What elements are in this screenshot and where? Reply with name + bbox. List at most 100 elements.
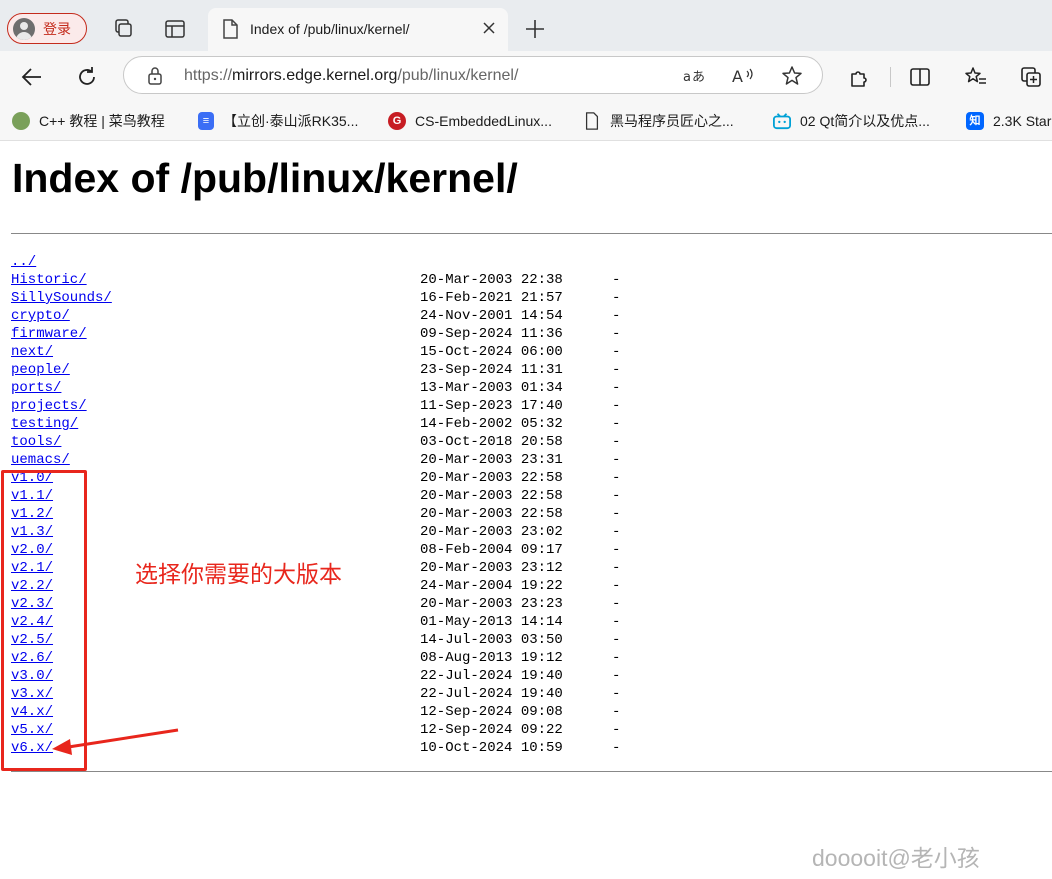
modified-date: 20-Mar-2003 22:58 xyxy=(420,488,563,504)
favorite-item[interactable]: ≡ 【立创·泰山派RK35... xyxy=(198,110,358,132)
tab-actions-icon[interactable] xyxy=(163,17,187,41)
collections-icon[interactable] xyxy=(1019,65,1043,89)
directory-link[interactable]: tools/ xyxy=(11,433,61,451)
bilibili-icon xyxy=(773,113,791,130)
page-icon xyxy=(585,112,599,130)
modified-date: 22-Jul-2024 19:40 xyxy=(420,668,563,684)
modified-date: 22-Jul-2024 19:40 xyxy=(420,686,563,702)
favorite-item[interactable]: C++ 教程 | 菜鸟教程 xyxy=(12,110,165,132)
modified-date: 14-Feb-2002 05:32 xyxy=(420,416,563,432)
file-size: - xyxy=(612,560,621,576)
read-aloud-icon[interactable]: A xyxy=(730,65,756,87)
file-size: - xyxy=(612,596,621,612)
directory-link[interactable]: uemacs/ xyxy=(11,451,70,469)
tab-active[interactable]: Index of /pub/linux/kernel/ xyxy=(208,8,508,51)
split-screen-icon[interactable] xyxy=(908,65,932,89)
workspaces-icon[interactable] xyxy=(111,17,135,41)
doc-icon: ≡ xyxy=(198,112,214,130)
favorites-list-icon[interactable] xyxy=(964,65,988,89)
modified-date: 13-Mar-2003 01:34 xyxy=(420,380,563,396)
profile-button[interactable]: 登录 xyxy=(7,13,87,44)
toolbar-divider xyxy=(890,67,891,87)
favorite-label: 02 Qt简介以及优点... xyxy=(800,113,930,129)
close-icon[interactable] xyxy=(480,19,498,37)
file-size: - xyxy=(612,452,621,468)
modified-date: 24-Mar-2004 19:22 xyxy=(420,578,563,594)
translate-icon[interactable]: a あ xyxy=(682,65,706,87)
modified-date: 03-Oct-2018 20:58 xyxy=(420,434,563,450)
tab-strip: 登录 Index of /pub/linux/kernel/ xyxy=(0,0,1052,51)
directory-link[interactable]: crypto/ xyxy=(11,307,70,325)
modified-date: 08-Aug-2013 19:12 xyxy=(420,650,563,666)
page-content: Index of /pub/linux/kernel/ ../Historic/… xyxy=(0,141,1052,879)
favorite-item[interactable]: 02 Qt简介以及优点... xyxy=(773,110,930,132)
modified-date: 16-Feb-2021 21:57 xyxy=(420,290,563,306)
modified-date: 01-May-2013 14:14 xyxy=(420,614,563,630)
directory-link[interactable]: projects/ xyxy=(11,397,87,415)
svg-text:A: A xyxy=(732,67,743,86)
directory-link[interactable]: people/ xyxy=(11,361,70,379)
favorite-star-icon[interactable] xyxy=(781,65,803,87)
file-size: - xyxy=(612,380,621,396)
file-size: - xyxy=(612,488,621,504)
modified-date: 10-Oct-2024 10:59 xyxy=(420,740,563,756)
modified-date: 15-Oct-2024 06:00 xyxy=(420,344,563,360)
annotation-highlight-box xyxy=(1,470,87,771)
zhihu-icon: 知 xyxy=(966,112,984,130)
favorites-bar: C++ 教程 | 菜鸟教程 ≡ 【立创·泰山派RK35... G CS-Embe… xyxy=(0,101,1052,141)
extensions-icon[interactable] xyxy=(848,65,872,89)
file-size: - xyxy=(612,632,621,648)
favorite-item[interactable]: G CS-EmbeddedLinux... xyxy=(388,110,552,132)
file-size: - xyxy=(612,272,621,288)
svg-text:a: a xyxy=(683,70,691,85)
tab-title: Index of /pub/linux/kernel/ xyxy=(250,21,410,37)
file-size: - xyxy=(612,344,621,360)
file-size: - xyxy=(612,434,621,450)
favorite-label: CS-EmbeddedLinux... xyxy=(415,113,552,129)
file-size: - xyxy=(612,542,621,558)
modified-date: 09-Sep-2024 11:36 xyxy=(420,326,563,342)
refresh-icon[interactable] xyxy=(75,65,99,89)
directory-link[interactable]: testing/ xyxy=(11,415,78,433)
directory-link[interactable]: Historic/ xyxy=(11,271,87,289)
url-text[interactable]: https://mirrors.edge.kernel.org/pub/linu… xyxy=(184,67,518,85)
directory-link[interactable]: firmware/ xyxy=(11,325,87,343)
favorite-item[interactable]: 黑马程序员匠心之... xyxy=(583,110,734,132)
file-size: - xyxy=(612,470,621,486)
favorite-item[interactable]: 知 2.3K Star xyxy=(966,110,1051,132)
modified-date: 20-Mar-2003 23:23 xyxy=(420,596,563,612)
lock-icon[interactable] xyxy=(146,66,164,86)
file-size: - xyxy=(612,398,621,414)
file-size: - xyxy=(612,308,621,324)
favorite-label: 2.3K Star xyxy=(993,113,1052,129)
favorite-label: 【立创·泰山派RK35... xyxy=(223,113,359,129)
file-size: - xyxy=(612,740,621,756)
modified-date: 20-Mar-2003 23:02 xyxy=(420,524,563,540)
directory-link[interactable]: ../ xyxy=(11,253,36,271)
back-arrow-icon[interactable] xyxy=(20,65,44,89)
file-size: - xyxy=(612,668,621,684)
modified-date: 08-Feb-2004 09:17 xyxy=(420,542,563,558)
watermark: dooooit@老小孩 xyxy=(812,845,980,871)
modified-date: 20-Mar-2003 22:58 xyxy=(420,506,563,522)
modified-date: 12-Sep-2024 09:22 xyxy=(420,722,563,738)
avatar-icon xyxy=(13,17,35,40)
file-size: - xyxy=(612,614,621,630)
file-size: - xyxy=(612,326,621,342)
directory-link[interactable]: next/ xyxy=(11,343,53,361)
file-size: - xyxy=(612,290,621,306)
address-bar[interactable]: https://mirrors.edge.kernel.org/pub/linu… xyxy=(123,56,823,94)
favorite-label: 黑马程序员匠心之... xyxy=(610,113,734,129)
directory-link[interactable]: SillySounds/ xyxy=(11,289,112,307)
runoob-icon xyxy=(12,112,30,130)
divider xyxy=(11,233,1052,234)
divider xyxy=(11,771,1052,772)
modified-date: 12-Sep-2024 09:08 xyxy=(420,704,563,720)
svg-text:あ: あ xyxy=(692,70,705,85)
modified-date: 14-Jul-2003 03:50 xyxy=(420,632,563,648)
toolbar: https://mirrors.edge.kernel.org/pub/linu… xyxy=(0,51,1052,101)
directory-link[interactable]: ports/ xyxy=(11,379,61,397)
new-tab-plus-icon[interactable] xyxy=(524,18,546,40)
file-size: - xyxy=(612,506,621,522)
file-size: - xyxy=(612,362,621,378)
